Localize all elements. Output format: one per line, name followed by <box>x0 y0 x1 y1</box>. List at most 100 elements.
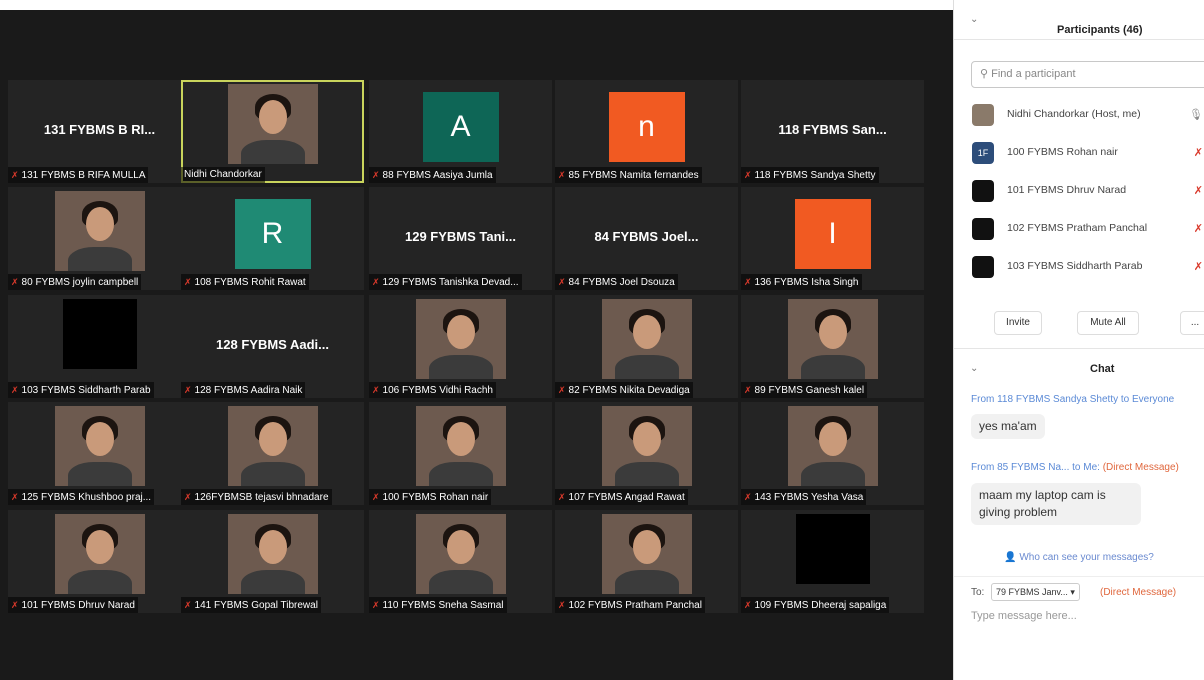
participant-row[interactable]: 103 FYBMS Siddharth Parab ✗ <box>954 248 1204 286</box>
who-can-see-link[interactable]: 👤 Who can see your messages? <box>954 552 1204 563</box>
participant-row[interactable]: 1F 100 FYBMS Rohan nair ✗ <box>954 134 1204 172</box>
muted-mic-icon: ✗ <box>744 600 752 610</box>
video-tile[interactable]: ✗ 106 FYBMS Vidhi Rachh <box>369 295 552 398</box>
tile-display-name: 131 FYBMS B RI... <box>43 122 156 137</box>
video-tile[interactable]: ✗ 103 FYBMS Siddharth Parab <box>8 295 191 398</box>
video-tile[interactable]: ✗ 100 FYBMS Rohan nair <box>369 402 552 505</box>
participant-name: Nidhi Chandorkar <box>184 169 262 180</box>
muted-mic-icon[interactable]: ✗ <box>1194 222 1203 235</box>
video-tile[interactable]: ✗ 82 FYBMS Nikita Devadiga <box>555 295 738 398</box>
video-tile[interactable]: ✗ 101 FYBMS Dhruv Narad <box>8 510 191 613</box>
video-tile[interactable]: ✗ 80 FYBMS joylin campbell <box>8 187 191 290</box>
participant-name: 109 FYBMS Dheeraj sapaliga <box>754 600 887 611</box>
tile-caption: ✗ 89 FYBMS Ganesh kalel <box>741 382 868 398</box>
muted-mic-icon: ✗ <box>184 385 192 395</box>
muted-mic-icon: ✗ <box>11 170 19 180</box>
participant-actions: Invite Mute All ... <box>954 306 1204 340</box>
muted-mic-icon: ✗ <box>558 600 566 610</box>
participant-row[interactable]: Nidhi Chandorkar (Host, me) 🎙 <box>954 96 1204 134</box>
video-feed <box>54 191 145 271</box>
chevron-down-icon[interactable]: ⌄ <box>970 14 978 25</box>
tile-caption: ✗ 100 FYBMS Rohan nair <box>369 489 492 505</box>
participant-name: 103 FYBMS Siddharth Parab <box>1007 260 1143 272</box>
participant-row[interactable]: 101 FYBMS Dhruv Narad ✗ <box>954 172 1204 210</box>
video-tile[interactable]: R ✗ 108 FYBMS Rohit Rawat <box>181 187 364 290</box>
video-tile[interactable]: ✗ 109 FYBMS Dheeraj sapaliga <box>741 510 924 613</box>
avatar <box>972 256 994 278</box>
muted-mic-icon[interactable]: ✗ <box>1194 146 1203 159</box>
participant-name: 143 FYBMS Yesha Vasa <box>754 492 864 503</box>
video-tile[interactable]: 84 FYBMS Joel... ✗ 84 FYBMS Joel Dsouza <box>555 187 738 290</box>
video-tile[interactable]: 128 FYBMS Aadi... ✗ 128 FYBMS Aadira Naik <box>181 295 364 398</box>
video-tile[interactable]: ✗ 102 FYBMS Pratham Panchal <box>555 510 738 613</box>
participant-name: 106 FYBMS Vidhi Rachh <box>382 385 493 396</box>
user-icon: 👤 <box>1004 552 1017 563</box>
more-button[interactable]: ... <box>1180 311 1204 335</box>
video-tile[interactable]: A ✗ 88 FYBMS Aasiya Jumla <box>369 80 552 183</box>
muted-mic-icon: ✗ <box>744 170 752 180</box>
video-tile[interactable]: 129 FYBMS Tani... ✗ 129 FYBMS Tanishka Dev… <box>369 187 552 290</box>
recipient-select[interactable]: 79 FYBMS Janv... ▾ <box>991 583 1080 601</box>
tile-caption: ✗ 88 FYBMS Aasiya Jumla <box>369 167 496 183</box>
video-tile[interactable]: ✗ 125 FYBMS Khushboo praj... <box>8 402 191 505</box>
participant-row[interactable]: 102 FYBMS Pratham Panchal ✗ <box>954 210 1204 248</box>
video-tile[interactable]: ✗ 107 FYBMS Angad Rawat <box>555 402 738 505</box>
tile-caption: ✗ 84 FYBMS Joel Dsouza <box>555 274 678 290</box>
muted-mic-icon: ✗ <box>184 277 192 287</box>
chevron-down-icon: ▾ <box>1070 587 1075 597</box>
tile-caption: ✗ 141 FYBMS Gopal Tibrewal <box>181 597 321 613</box>
participant-name: 107 FYBMS Angad Rawat <box>568 492 685 503</box>
muted-mic-icon: ✗ <box>11 385 19 395</box>
side-panel: ⌄ Participants (46) ⚲ Find a participant… <box>953 0 1204 680</box>
participant-search-input[interactable]: ⚲ Find a participant <box>971 61 1204 88</box>
participant-name: 101 FYBMS Dhruv Narad <box>21 600 135 611</box>
avatar <box>972 104 994 126</box>
video-feed <box>227 84 318 164</box>
muted-mic-icon: ✗ <box>11 600 19 610</box>
tile-caption: ✗ 106 FYBMS Vidhi Rachh <box>369 382 496 398</box>
tile-display-name: 118 FYBMS San... <box>778 122 887 137</box>
direct-message-tag: (Direct Message) <box>1100 587 1177 598</box>
muted-mic-icon: ✗ <box>558 170 566 180</box>
video-feed <box>787 299 878 379</box>
video-tile[interactable]: ✗ 141 FYBMS Gopal Tibrewal <box>181 510 364 613</box>
video-tile[interactable]: I ✗ 136 FYBMS Isha Singh <box>741 187 924 290</box>
video-gallery: 131 FYBMS B RI... ✗ 131 FYBMS B RIFA MULLA… <box>0 0 953 680</box>
chat-message-sender: From 85 FYBMS Na... to Me: (Direct Messa… <box>971 462 1179 473</box>
mic-icon[interactable]: 🎙 <box>1189 108 1203 121</box>
participant-name: 85 FYBMS Namita fernandes <box>568 170 699 181</box>
muted-mic-icon: ✗ <box>372 492 380 502</box>
tile-display-name: 128 FYBMS Aadi... <box>216 337 329 352</box>
video-tile[interactable]: ✗ 89 FYBMS Ganesh kalel <box>741 295 924 398</box>
chat-message-input[interactable]: Type message here... <box>971 610 1077 622</box>
muted-mic-icon: ✗ <box>744 385 752 395</box>
video-tile[interactable]: ✗ 110 FYBMS Sneha Sasmal <box>369 510 552 613</box>
video-tile[interactable]: ✗ 143 FYBMS Yesha Vasa <box>741 402 924 505</box>
video-tile[interactable]: 131 FYBMS B RI... ✗ 131 FYBMS B RIFA MULLA <box>8 80 191 183</box>
video-tile[interactable]: n ✗ 85 FYBMS Namita fernandes <box>555 80 738 183</box>
video-tile[interactable]: ✗ 126FYBMSB tejasvi bhnadare <box>181 402 364 505</box>
video-tile[interactable]: 118 FYBMS San... ✗ 118 FYBMS Sandya Shetty <box>741 80 924 183</box>
avatar <box>972 218 994 240</box>
muted-mic-icon: ✗ <box>558 492 566 502</box>
participant-name: Nidhi Chandorkar (Host, me) <box>1007 108 1141 120</box>
search-icon: ⚲ <box>980 68 989 80</box>
video-feed <box>227 406 318 486</box>
chevron-down-icon[interactable]: ⌄ <box>970 363 978 374</box>
muted-mic-icon[interactable]: ✗ <box>1194 184 1203 197</box>
to-label: To: <box>971 587 985 598</box>
invite-button[interactable]: Invite <box>994 311 1042 335</box>
participant-name: 129 FYBMS Tanishka Devad... <box>382 277 519 288</box>
participant-name: 128 FYBMS Aadira Naik <box>194 385 303 396</box>
participant-name: 102 FYBMS Pratham Panchal <box>568 600 702 611</box>
participant-name: 103 FYBMS Siddharth Parab <box>21 385 151 396</box>
tile-caption: ✗ 80 FYBMS joylin campbell <box>8 274 142 290</box>
tile-caption: ✗ 126FYBMSB tejasvi bhnadare <box>181 489 332 505</box>
mute-all-button[interactable]: Mute All <box>1077 311 1139 335</box>
muted-mic-icon[interactable]: ✗ <box>1194 260 1203 273</box>
video-tile[interactable]: Nidhi Chandorkar <box>181 80 364 183</box>
chat-message-bubble: maam my laptop cam is giving problem <box>971 483 1141 525</box>
tile-caption: ✗ 125 FYBMS Khushboo praj... <box>8 489 155 505</box>
tile-display-name: 84 FYBMS Joel... <box>594 229 699 244</box>
tile-caption: ✗ 129 FYBMS Tanishka Devad... <box>369 274 522 290</box>
